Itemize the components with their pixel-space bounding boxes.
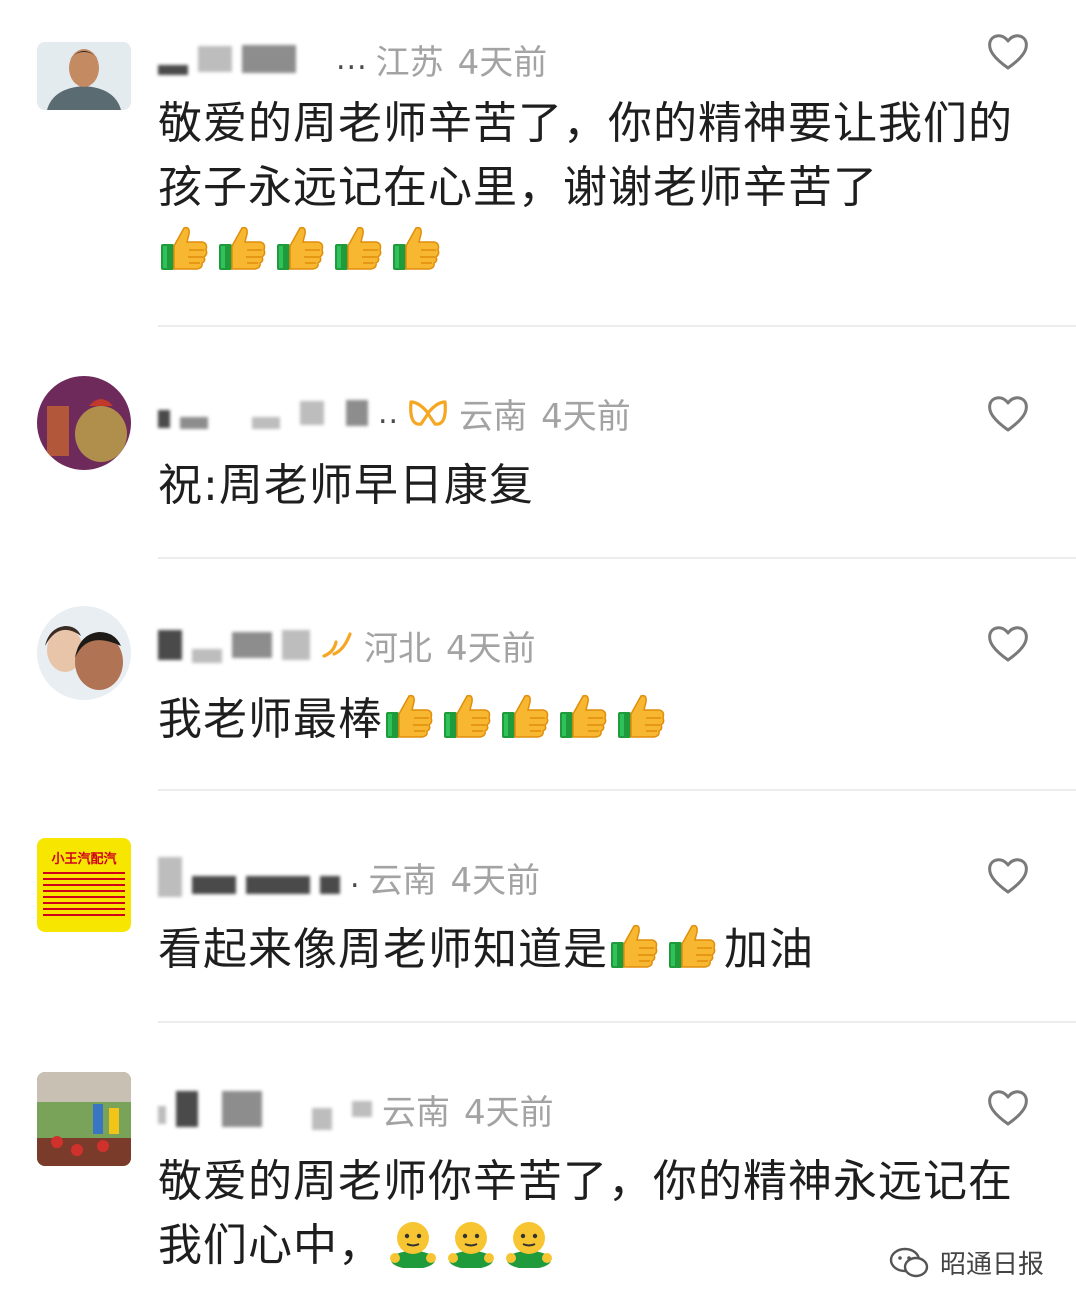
comment-text: 我老师最棒 <box>158 688 1048 752</box>
thumbs-up-icon <box>666 920 718 972</box>
emoji-row <box>158 226 448 277</box>
username-blur <box>198 46 232 72</box>
thumbs-up-icon <box>390 222 442 274</box>
username-blur <box>300 401 324 425</box>
like-heart-icon[interactable] <box>986 394 1030 434</box>
divider <box>158 1021 1076 1023</box>
comment-body: 敬爱的周老师辛苦了，你的精神要让我们的孩子永远记在心里，谢谢老师辛苦了 <box>158 98 1013 213</box>
thumbs-up-icon <box>158 222 210 274</box>
username-blur <box>252 417 280 429</box>
username-blur <box>246 876 310 894</box>
wechat-icon <box>889 1247 929 1277</box>
comment-meta: 河北 4天前 <box>158 620 536 670</box>
time-label: 4天前 <box>541 396 631 437</box>
username-blur <box>346 400 368 426</box>
comment-meta: 云南 4天前 <box>158 1084 554 1134</box>
username-blur <box>312 1108 332 1130</box>
username-blur <box>192 649 222 663</box>
time-label: 4天前 <box>450 860 541 901</box>
username-blur <box>158 630 182 660</box>
thumbs-up-icon <box>274 222 326 274</box>
comment-body: 敬爱的周老师你辛苦了，你的精神永远记在我们心中， <box>158 1156 1013 1271</box>
vip-badge-icon <box>409 400 447 426</box>
rank-badge-icon <box>322 632 352 658</box>
comment-meta: .. 云南 4天前 <box>158 388 631 438</box>
username-blur <box>352 1101 372 1117</box>
username-blur <box>176 1091 198 1127</box>
username-ellipsis: ... <box>336 41 368 77</box>
location-label: 云南 <box>459 396 528 437</box>
comment-text: 看起来像周老师知道是 加油 <box>158 918 1048 982</box>
comment-meta: ... 江苏 4天前 <box>158 34 547 84</box>
watermark-label: 昭通日报 <box>940 1250 1045 1280</box>
avatar[interactable] <box>37 1072 131 1166</box>
location-label: 云南 <box>382 1092 450 1133</box>
time-label: 4天前 <box>457 42 548 83</box>
comment-text: 祝:周老师早日康复 <box>158 454 1048 518</box>
thumbs-up-icon <box>557 690 609 742</box>
thumbs-up-icon <box>615 690 667 742</box>
username-blur <box>192 876 236 894</box>
username-blur <box>242 45 296 73</box>
like-heart-icon[interactable] <box>986 32 1030 72</box>
thumbs-up-icon <box>608 920 660 972</box>
comment-body: 看起来像周老师知道是 <box>158 924 608 975</box>
avatar[interactable] <box>37 606 131 700</box>
username-blur <box>158 1106 166 1124</box>
thumbs-up-icon <box>441 690 493 742</box>
comment-text: 敬爱的周老师辛苦了，你的精神要让我们的孩子永远记在心里，谢谢老师辛苦了 <box>158 92 1048 284</box>
username-blur <box>320 876 340 894</box>
divider <box>158 557 1076 559</box>
username-blur <box>232 632 272 658</box>
location-label: 云南 <box>368 860 437 901</box>
like-heart-icon[interactable] <box>986 856 1030 896</box>
username-blur <box>282 630 310 660</box>
comment-body-tail: 加油 <box>724 924 814 975</box>
avatar-sign-text: 小王汽配汽 <box>51 852 117 867</box>
avatar-sign-lines <box>43 868 125 920</box>
username-ellipsis: . <box>350 859 361 895</box>
avatar[interactable]: 小王汽配汽 <box>37 838 131 932</box>
thumbs-up-icon <box>332 222 384 274</box>
username-blur <box>158 857 182 897</box>
username-blur <box>180 417 208 429</box>
comment-body: 我老师最棒 <box>158 694 383 745</box>
thumbs-up-icon <box>499 690 551 742</box>
divider <box>158 789 1076 791</box>
location-label: 江苏 <box>375 42 444 83</box>
like-heart-icon[interactable] <box>986 1088 1030 1128</box>
username-ellipsis: .. <box>378 395 400 431</box>
divider <box>158 325 1076 327</box>
comment-meta: . 云南 4天前 <box>158 852 540 902</box>
face-icon <box>445 1216 497 1268</box>
location-label: 河北 <box>364 628 432 669</box>
thumbs-up-icon <box>383 690 435 742</box>
avatar[interactable] <box>37 42 131 110</box>
avatar[interactable] <box>37 376 131 470</box>
face-icon <box>387 1216 439 1268</box>
username-blur <box>158 65 188 75</box>
username-blur <box>158 410 170 428</box>
username-blur <box>222 1091 262 1127</box>
watermark: 昭通日报 <box>888 1244 1044 1281</box>
comment-body: 祝:周老师早日康复 <box>158 460 534 511</box>
like-heart-icon[interactable] <box>986 624 1030 664</box>
time-label: 4天前 <box>446 628 536 669</box>
time-label: 4天前 <box>464 1092 554 1133</box>
face-icon <box>503 1216 555 1268</box>
thumbs-up-icon <box>216 222 268 274</box>
